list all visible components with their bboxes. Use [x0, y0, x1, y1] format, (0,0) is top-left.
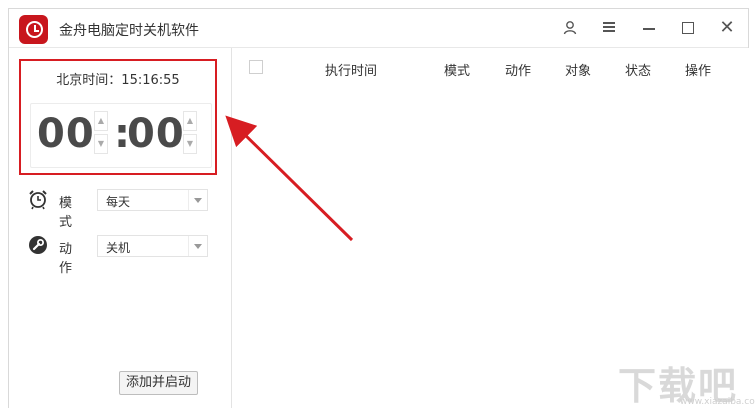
watermark-logo: 下载吧 www.xiazaiba.com	[618, 351, 755, 411]
hours-display[interactable]: 00	[37, 109, 95, 159]
close-icon[interactable]: ✕	[716, 17, 738, 39]
action-label: 动作	[59, 242, 73, 276]
window-title: 金舟电脑定时关机软件	[59, 23, 199, 39]
hours-up-button[interactable]: ▲	[94, 111, 108, 131]
add-and-start-button[interactable]: 添加并启动	[119, 371, 198, 395]
minutes-up-button[interactable]: ▲	[183, 111, 197, 131]
mode-label: 模式	[59, 196, 73, 230]
time-picker: 00 ▲ ▼ : 00 ▲ ▼	[30, 103, 212, 168]
wrench-icon	[27, 234, 49, 256]
app-window: 金舟电脑定时关机软件 ✕ 北京时间：15:16:55 00 ▲ ▼ : 00 ▲…	[8, 8, 749, 408]
column-header: 模式	[444, 64, 471, 79]
column-header: 操作	[685, 64, 712, 79]
column-header: 状态	[625, 64, 652, 79]
settings-panel: 北京时间：15:16:55 00 ▲ ▼ : 00 ▲ ▼ 模式 每天 动作 关…	[9, 48, 232, 408]
watermark-url: www.xiazaiba.com	[680, 397, 755, 407]
column-header: 执行时间	[325, 64, 378, 79]
table-header: 执行时间 模式 动作 对象 状态 操作	[232, 48, 749, 88]
column-header: 动作	[505, 64, 532, 79]
time-setter-highlight: 北京时间：15:16:55 00 ▲ ▼ : 00 ▲ ▼	[19, 59, 217, 175]
minutes-display[interactable]: 00	[127, 109, 185, 159]
user-icon[interactable]	[559, 17, 581, 39]
app-logo-icon	[19, 15, 48, 44]
action-select[interactable]: 关机	[97, 235, 208, 257]
chevron-down-icon	[188, 190, 207, 210]
minutes-down-button[interactable]: ▼	[183, 134, 197, 154]
column-header: 对象	[565, 64, 592, 79]
mode-value: 每天	[106, 195, 131, 209]
menu-icon[interactable]	[598, 17, 620, 39]
hours-spinner: ▲ ▼	[94, 111, 108, 156]
alarm-clock-icon	[27, 188, 49, 210]
minimize-icon[interactable]	[638, 17, 660, 39]
select-all-checkbox[interactable]	[249, 60, 263, 74]
chevron-down-icon	[188, 236, 207, 256]
minutes-spinner: ▲ ▼	[183, 111, 197, 156]
title-bar: 金舟电脑定时关机软件 ✕	[9, 9, 748, 48]
mode-select[interactable]: 每天	[97, 189, 208, 211]
maximize-icon[interactable]	[677, 17, 699, 39]
hours-down-button[interactable]: ▼	[94, 134, 108, 154]
action-value: 关机	[106, 241, 131, 255]
beijing-time: 北京时间：15:16:55	[56, 73, 180, 88]
